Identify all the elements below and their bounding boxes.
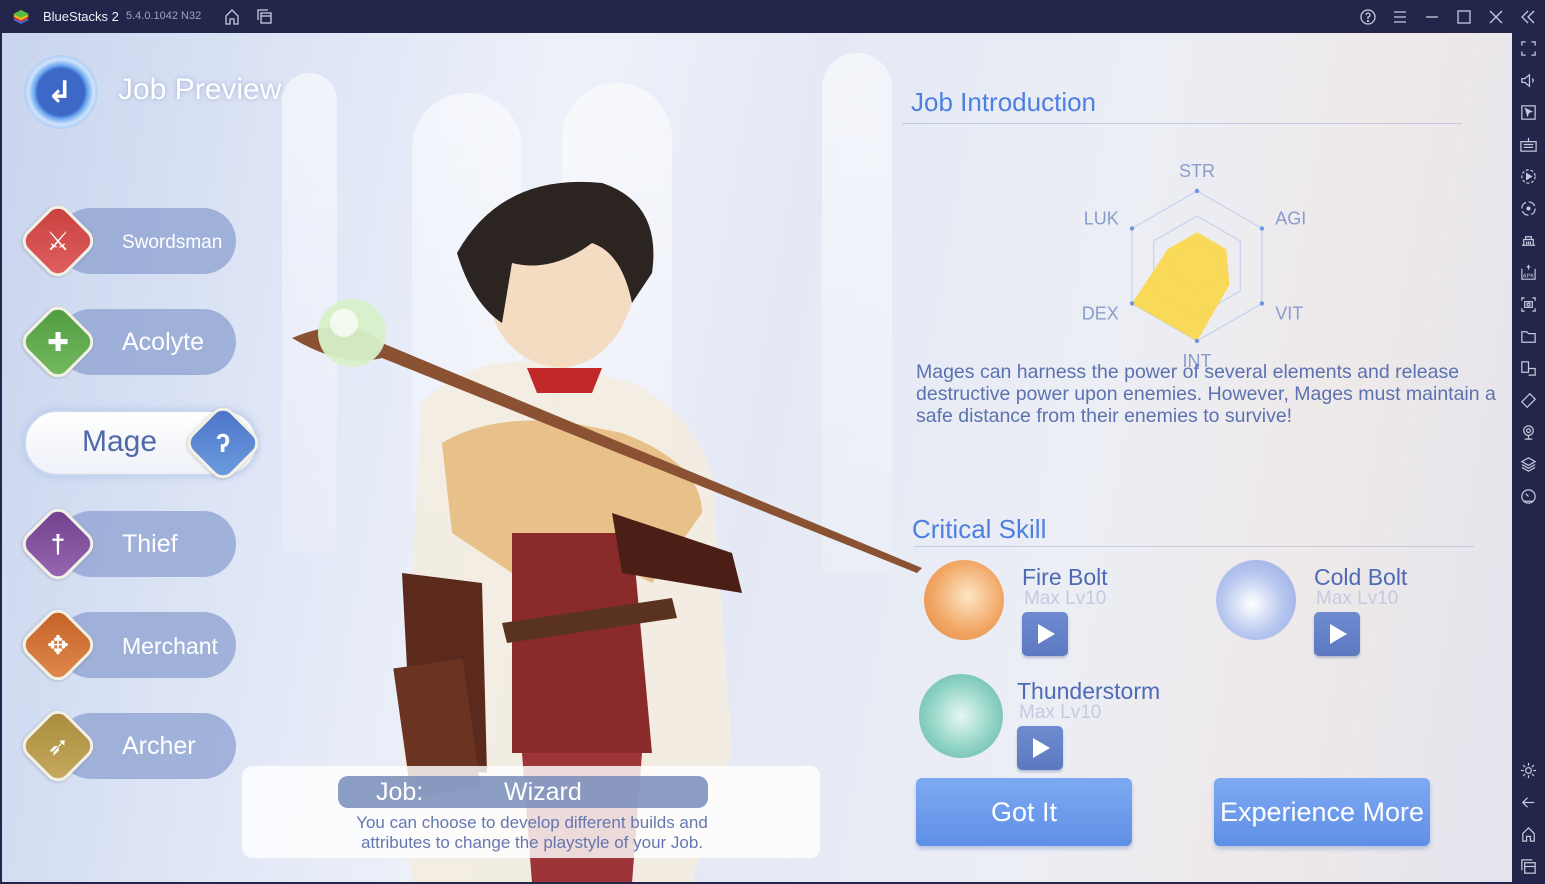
game-viewport: ↲ Job Preview ⚔ Swordsman ✚ Acolyte Mage…: [2, 33, 1512, 882]
job-name-value: Wizard: [504, 778, 582, 806]
skill-level: Max Lv10: [1019, 702, 1102, 723]
staff-icon: ʔ: [215, 427, 231, 458]
pointer-icon[interactable]: [1519, 103, 1538, 122]
radar-axis-point: [1259, 301, 1265, 306]
play-preview-button[interactable]: [1022, 612, 1068, 656]
skill-name: Cold Bolt: [1314, 564, 1408, 590]
skill-fire-bolt: Fire Bolt Max Lv10: [924, 560, 1214, 660]
performance-icon[interactable]: [1519, 487, 1538, 506]
app-name: BlueStacks 2: [43, 9, 119, 24]
app-version: 5.4.0.1042 N32: [126, 10, 202, 22]
menu-icon[interactable]: [1390, 7, 1410, 27]
sword-icon: ⚔: [46, 225, 70, 256]
job-item-thief[interactable]: † Thief: [16, 502, 236, 586]
folder-icon[interactable]: [1519, 327, 1538, 346]
got-it-button[interactable]: Got It: [916, 778, 1132, 846]
skill-level: Max Lv10: [1316, 588, 1399, 609]
experience-more-button[interactable]: Experience More: [1214, 778, 1430, 846]
job-label-text: Job:: [376, 778, 424, 806]
dagger-icon: †: [50, 528, 66, 559]
job-label: Thief: [122, 530, 178, 558]
close-icon[interactable]: [1486, 7, 1506, 27]
job-item-mage[interactable]: Mage ʔ: [24, 401, 265, 485]
axe-icon: ✥: [47, 629, 69, 660]
radar-axis-point: [1194, 338, 1200, 344]
screenshot-icon[interactable]: [1519, 295, 1538, 314]
back-button[interactable]: ↲: [24, 55, 98, 129]
back-icon[interactable]: [1519, 793, 1538, 812]
skill-cold-bolt: Cold Bolt Max Lv10: [1216, 560, 1506, 660]
multi-window-icon[interactable]: [1519, 359, 1538, 378]
skill-thunderstorm: Thunderstorm Max Lv10: [919, 674, 1209, 774]
job-introduction-title: Job Introduction: [911, 87, 1097, 117]
shop-icon[interactable]: [1519, 231, 1538, 250]
volume-icon[interactable]: [1519, 71, 1538, 90]
play-preview-button[interactable]: [1017, 726, 1063, 770]
rotate-sync-icon[interactable]: [1519, 199, 1538, 218]
skill-level: Max Lv10: [1024, 588, 1107, 609]
stats-radar-chart: STRAGIVITINTDEXLUK: [1082, 161, 1307, 371]
radar-axis-point: [1129, 301, 1135, 306]
radar-value-area: [1132, 232, 1230, 341]
shake-icon[interactable]: [1519, 391, 1538, 410]
skill-name: Thunderstorm: [1017, 678, 1161, 704]
cross-icon: ✚: [47, 326, 69, 357]
critical-skill-title: Critical Skill: [912, 514, 1047, 544]
job-item-merchant[interactable]: ✥ Merchant: [16, 603, 236, 687]
cold-bolt-icon: [1216, 560, 1296, 640]
bow-icon: ➶: [47, 730, 69, 761]
android-home-icon[interactable]: [1519, 825, 1538, 844]
thunderstorm-icon: [919, 674, 1003, 758]
macro-record-icon[interactable]: [1519, 167, 1538, 186]
job-label: Mage: [82, 425, 158, 458]
page-title: Job Preview: [118, 73, 282, 106]
job-card-description: You can choose to develop different buil…: [356, 813, 708, 852]
radar-axis-label: VIT: [1275, 304, 1303, 324]
back-arrow-icon: ↲: [47, 76, 73, 109]
apk-install-icon[interactable]: APK: [1519, 263, 1538, 282]
help-icon[interactable]: [1358, 7, 1378, 27]
radar-axis-point: [1194, 188, 1200, 194]
keyboard-icon[interactable]: [1519, 135, 1538, 154]
emulator-sidebar: APK: [1512, 33, 1545, 884]
radar-axis-label: LUK: [1084, 209, 1119, 229]
collapse-sidebar-icon[interactable]: [1518, 7, 1538, 27]
section-divider: [914, 546, 1474, 547]
play-preview-button[interactable]: [1314, 612, 1360, 656]
radar-axis-point: [1129, 226, 1135, 231]
job-item-archer[interactable]: ➶ Archer: [16, 704, 236, 788]
job-label: Merchant: [122, 633, 218, 659]
job-label: Swordsman: [122, 232, 223, 253]
job-label: Acolyte: [122, 328, 204, 356]
settings-icon[interactable]: [1519, 761, 1538, 780]
recent-apps-icon[interactable]: [1519, 857, 1538, 876]
fullscreen-icon[interactable]: [1519, 39, 1538, 58]
home-icon[interactable]: [222, 7, 242, 27]
radar-axis-label: STR: [1179, 161, 1215, 181]
svg-text:APK: APK: [1523, 273, 1535, 279]
job-item-swordsman[interactable]: ⚔ Swordsman: [16, 199, 236, 283]
radar-axis-label: AGI: [1275, 209, 1306, 229]
multi-instance-icon[interactable]: [255, 7, 275, 27]
job-label: Archer: [122, 732, 196, 760]
job-description: Mages can harness the power of several e…: [916, 361, 1496, 427]
job-item-acolyte[interactable]: ✚ Acolyte: [16, 300, 236, 384]
section-divider: [902, 123, 1462, 124]
title-bar: BlueStacks 2 5.4.0.1042 N32: [0, 0, 1545, 33]
job-info-card: Job: Wizard You can choose to develop di…: [242, 766, 820, 858]
location-icon[interactable]: [1519, 423, 1538, 442]
layers-icon[interactable]: [1519, 455, 1538, 474]
minimize-icon[interactable]: [1422, 7, 1442, 27]
skill-name: Fire Bolt: [1022, 564, 1108, 590]
fire-bolt-icon: [924, 560, 1004, 640]
radar-axis-label: DEX: [1082, 304, 1119, 324]
maximize-icon[interactable]: [1454, 7, 1474, 27]
bluestacks-logo-icon: [13, 10, 29, 24]
radar-axis-point: [1259, 226, 1265, 231]
